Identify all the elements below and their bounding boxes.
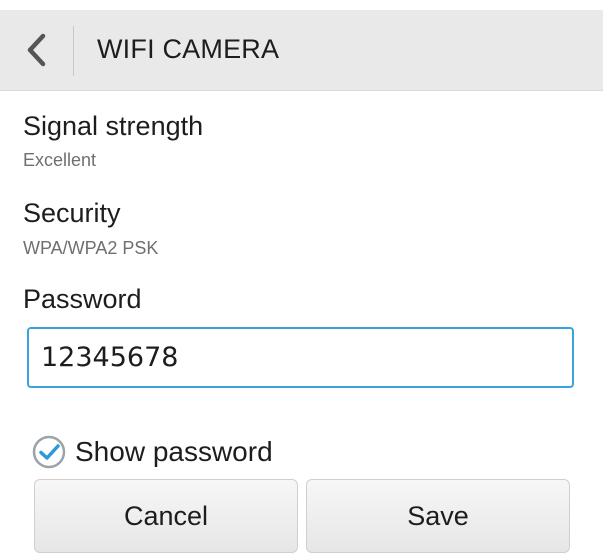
- password-label: Password: [23, 284, 142, 314]
- status-strip: [0, 0, 603, 10]
- show-password-checkbox[interactable]: Show password: [30, 430, 273, 474]
- back-button[interactable]: [16, 32, 56, 72]
- signal-strength-label: Signal strength: [23, 111, 204, 141]
- action-bar: WIFI CAMERA: [0, 10, 603, 91]
- security-label: Security: [23, 198, 121, 228]
- page-title: WIFI CAMERA: [97, 34, 280, 64]
- chevron-left-icon: [25, 33, 47, 72]
- security-value: WPA/WPA2 PSK: [23, 238, 159, 258]
- action-bar-divider: [73, 26, 74, 76]
- save-button[interactable]: Save: [306, 479, 570, 553]
- signal-strength-value: Excellent: [23, 150, 97, 170]
- check-circle-icon: [30, 434, 67, 471]
- password-input[interactable]: [27, 327, 574, 388]
- wifi-dialog-screen: WIFI CAMERA Signal strength Excellent Se…: [0, 0, 603, 553]
- show-password-label: Show password: [75, 436, 273, 467]
- cancel-button[interactable]: Cancel: [34, 479, 298, 553]
